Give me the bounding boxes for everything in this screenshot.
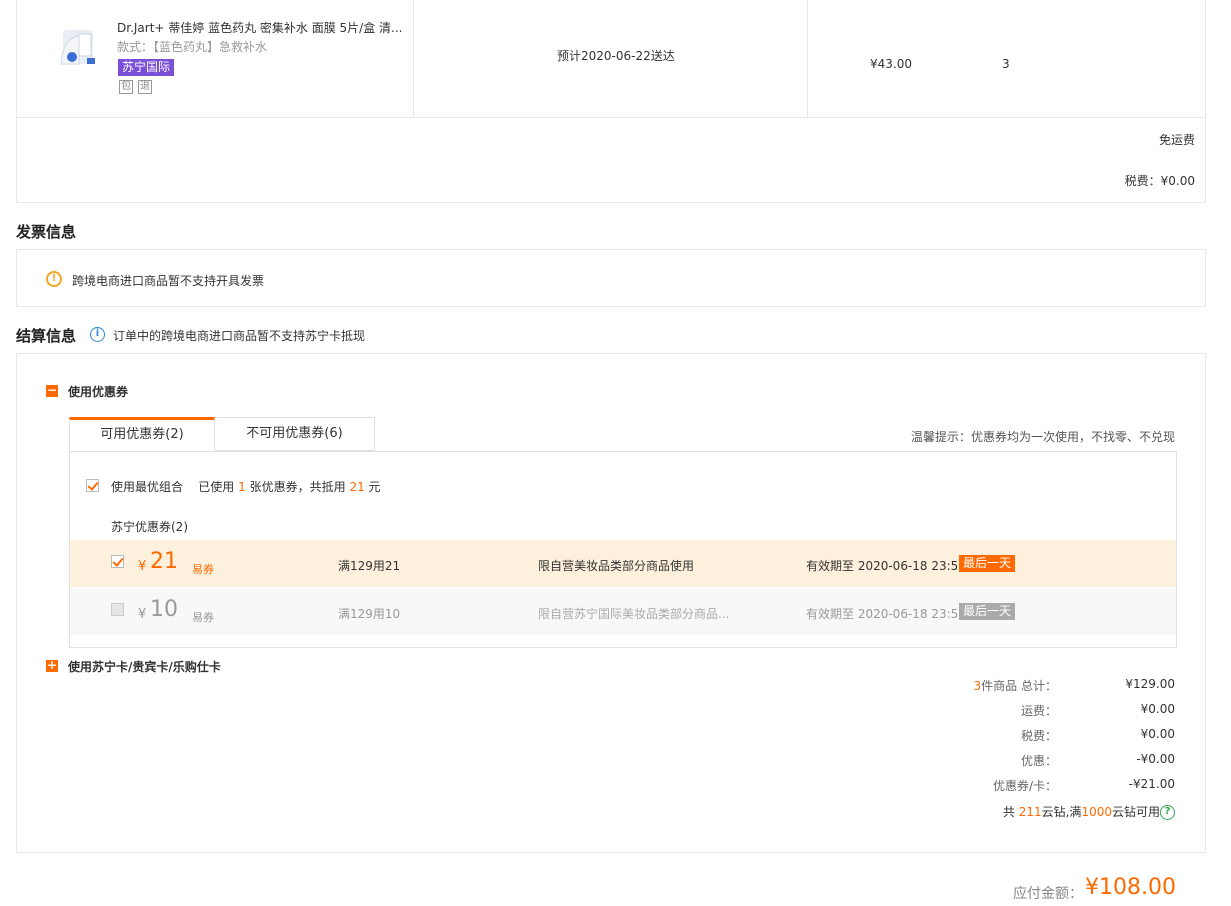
warning-icon: ! bbox=[46, 271, 62, 287]
use-coupon-label[interactable]: 使用优惠券 bbox=[68, 383, 128, 400]
settlement-title: 结算信息 bbox=[16, 327, 77, 345]
tab-available-coupons[interactable]: 可用优惠券(2) bbox=[69, 417, 215, 451]
product-row: Dr.Jart+ 蒂佳婷 蓝色药丸 密集补水 面膜 5片/盒 清... 款式：【… bbox=[17, 0, 1205, 118]
best-combo-label: 使用最优组合 bbox=[111, 480, 184, 494]
product-name[interactable]: Dr.Jart+ 蒂佳婷 蓝色药丸 密集补水 面膜 5片/盒 清... bbox=[117, 19, 402, 36]
product-thumbnail[interactable] bbox=[55, 24, 99, 72]
tax-value: ¥0.00 bbox=[1140, 727, 1175, 741]
payable-label: 应付金额： bbox=[1013, 886, 1083, 902]
delivery-estimate: 预计2020-06-22送达 bbox=[557, 49, 675, 63]
best-combo-checkbox[interactable] bbox=[86, 479, 99, 492]
tax-label: 税费： bbox=[1020, 729, 1057, 743]
coupon-validity: 有效期至 2020-06-18 23:59 bbox=[806, 559, 966, 573]
coupon-type: 易券 bbox=[192, 563, 214, 576]
coupon-card-label: 优惠券/卡： bbox=[992, 779, 1057, 793]
discount-value: -¥0.00 bbox=[1136, 752, 1175, 766]
suning-international-tag: 苏宁国际 bbox=[118, 59, 175, 76]
items-label: 件商品 总计： bbox=[981, 679, 1057, 693]
settlement-notice: 订单中的跨境电商进口商品暂不支持苏宁卡抵现 bbox=[113, 329, 366, 343]
items-total-label: 3件商品 总计： bbox=[974, 677, 1057, 694]
coupon-condition: 满129用21 bbox=[338, 559, 401, 573]
coupon-row[interactable]: ¥ 10 易券 满129用10 限自营苏宁国际美妆品类部分商品... 有效期至 … bbox=[70, 588, 1176, 635]
yunzuan-need: 1000 bbox=[1081, 805, 1112, 819]
discount-label: 优惠： bbox=[1020, 754, 1057, 768]
coupon-validity: 有效期至 2020-06-18 23:59 bbox=[806, 607, 966, 621]
used-amount: 21 bbox=[349, 480, 365, 494]
shipping-label: 运费： bbox=[1020, 704, 1057, 718]
used-count: 1 bbox=[238, 480, 246, 494]
column-divider bbox=[413, 0, 414, 118]
invoice-notice: 跨境电商进口商品暂不支持开具发票 bbox=[72, 274, 265, 288]
last-day-badge: 最后一天 bbox=[959, 555, 1016, 572]
product-price: ¥43.00 bbox=[870, 57, 912, 71]
shipping-value: ¥0.00 bbox=[1140, 702, 1175, 716]
order-product-box: Dr.Jart+ 蒂佳婷 蓝色药丸 密集补水 面膜 5片/盒 清... 款式：【… bbox=[16, 0, 1206, 203]
use-suning-card-label[interactable]: 使用苏宁卡/贵宾卡/乐购仕卡 bbox=[68, 658, 221, 675]
coupon-card-value: -¥21.00 bbox=[1128, 777, 1175, 791]
product-style: 款式：【蓝色药丸】急救补水 bbox=[117, 40, 268, 54]
coupon-checkbox[interactable] bbox=[111, 603, 124, 616]
column-divider bbox=[807, 0, 808, 118]
suning-coupon-group-label: 苏宁优惠券(2) bbox=[111, 520, 188, 534]
coupon-currency: ¥ bbox=[138, 559, 147, 574]
yunzuan-info: 共 211云钻,满1000云钻可用? bbox=[1003, 803, 1175, 820]
used-middle: 张优惠券，共抵用 bbox=[249, 480, 346, 494]
payable-amount: ¥108.00 bbox=[1085, 875, 1176, 900]
collapse-icon[interactable]: − bbox=[46, 384, 58, 397]
settlement-box: − 使用优惠券 可用优惠券(2) 不可用优惠券(6) 温馨提示：优惠券均为一次使… bbox=[16, 353, 1206, 853]
coupon-amount: 10 bbox=[150, 597, 178, 622]
help-icon[interactable]: ? bbox=[1160, 805, 1175, 820]
coupon-tip: 温馨提示：优惠券均为一次使用，不找零、不兑现 bbox=[910, 430, 1175, 444]
used-prefix: 已使用 bbox=[198, 480, 235, 494]
coupon-row[interactable]: ¥ 21 易券 满129用21 限自营美妆品类部分商品使用 有效期至 2020-… bbox=[70, 540, 1176, 587]
coupon-checkbox[interactable] bbox=[111, 555, 124, 568]
invoice-box: ! 跨境电商进口商品暂不支持开具发票 bbox=[16, 249, 1206, 307]
yunzuan-mid: 云钻,满 bbox=[1041, 805, 1082, 819]
coupon-type: 易券 bbox=[192, 611, 214, 624]
coupon-currency: ¥ bbox=[138, 607, 147, 622]
best-combo-summary: 使用最优组合 已使用 1 张优惠券，共抵用 21 元 bbox=[111, 478, 381, 495]
coupon-amount: 21 bbox=[150, 549, 178, 574]
invoice-title: 发票信息 bbox=[16, 223, 77, 241]
return-icon: 退 bbox=[138, 80, 152, 94]
free-shipping-text: 免运费 bbox=[1158, 133, 1195, 147]
tab-unavailable-coupons[interactable]: 不可用优惠券(6) bbox=[214, 417, 375, 451]
coupon-panel: 使用最优组合 已使用 1 张优惠券，共抵用 21 元 苏宁优惠券(2) ¥ 21… bbox=[69, 451, 1177, 648]
yunzuan-suffix: 云钻可用 bbox=[1111, 805, 1160, 819]
used-suffix: 元 bbox=[368, 480, 381, 494]
yunzuan-prefix: 共 bbox=[1002, 805, 1015, 819]
package-icon: 包 bbox=[119, 80, 133, 94]
coupon-scope: 限自营美妆品类部分商品使用 bbox=[538, 559, 695, 573]
product-tax: 税费：¥0.00 bbox=[1124, 174, 1195, 188]
coupon-scope: 限自营苏宁国际美妆品类部分商品... bbox=[538, 607, 730, 621]
coupon-condition: 满129用10 bbox=[338, 607, 401, 621]
product-quantity: 3 bbox=[1002, 57, 1010, 71]
info-icon: i bbox=[90, 327, 105, 342]
yunzuan-have: 211 bbox=[1018, 805, 1042, 819]
items-total-value: ¥129.00 bbox=[1125, 677, 1175, 691]
expand-icon[interactable]: + bbox=[46, 659, 58, 672]
last-day-badge: 最后一天 bbox=[959, 603, 1016, 620]
